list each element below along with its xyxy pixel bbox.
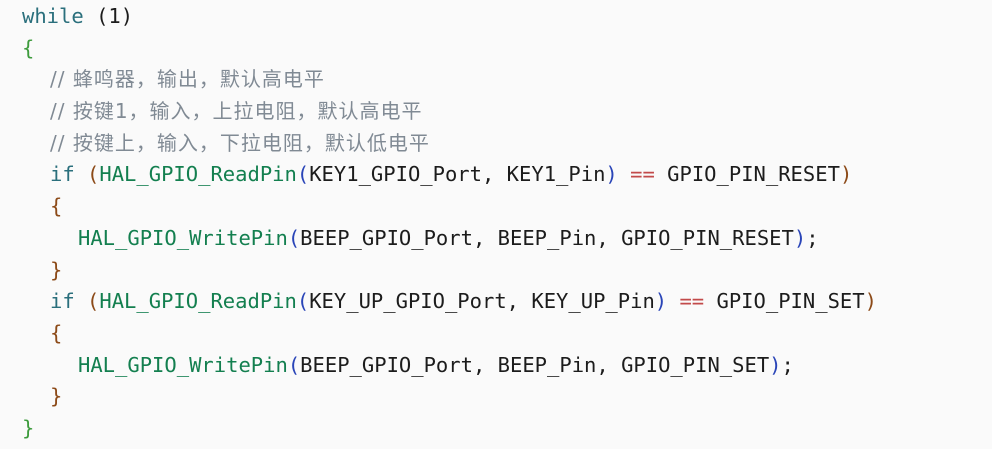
code-line-if-2-body: HAL_GPIO_WritePin(BEEP_GPIO_Port, BEEP_P…	[0, 350, 992, 382]
keyword-if: if	[50, 162, 75, 187]
function-call: HAL_GPIO_WritePin	[78, 225, 288, 250]
call-paren-open: (	[296, 162, 310, 187]
call-paren-close: )	[654, 289, 668, 314]
code-comment: // 按键1，输入，上拉电阻，默认高电平	[50, 99, 423, 124]
semicolon: ;	[781, 352, 794, 377]
if-paren-close: )	[839, 162, 853, 187]
outer-brace-open: {	[22, 35, 35, 60]
code-comment: // 蜂鸣器，输出，默认高电平	[50, 67, 325, 92]
keyword-if: if	[50, 289, 75, 314]
equality-operator: ==	[679, 289, 705, 314]
code-line-outer-brace-close: }	[0, 413, 992, 445]
compare-value: GPIO_PIN_SET	[716, 289, 865, 314]
code-line-if-1-body: HAL_GPIO_WritePin(BEEP_GPIO_Port, BEEP_P…	[0, 223, 992, 255]
call-arguments: BEEP_GPIO_Port, BEEP_Pin, GPIO_PIN_RESET	[300, 225, 794, 250]
call-arguments: BEEP_GPIO_Port, BEEP_Pin, GPIO_PIN_SET	[300, 352, 770, 377]
code-line-if-2: if (HAL_GPIO_ReadPin(KEY_UP_GPIO_Port, K…	[0, 286, 992, 318]
code-line-if-2-brace-open: {	[0, 318, 992, 350]
call-arguments: KEY1_GPIO_Port, KEY1_Pin	[309, 162, 606, 187]
code-line-comment-1: // 蜂鸣器，输出，默认高电平	[0, 64, 992, 96]
call-arguments: KEY_UP_GPIO_Port, KEY_UP_Pin	[309, 289, 655, 314]
code-line-if-2-brace-close: }	[0, 381, 992, 413]
if-paren-open: (	[87, 289, 100, 314]
block-brace-close: }	[50, 384, 63, 409]
block-brace-close: }	[50, 257, 63, 282]
while-condition: (1)	[96, 4, 134, 28]
if-paren-open: (	[87, 162, 100, 187]
if-paren-close: )	[864, 289, 877, 314]
call-paren-close: )	[793, 225, 807, 250]
call-paren-close: )	[769, 352, 782, 377]
code-line-while: while (1)	[0, 1, 992, 33]
call-paren-open: (	[287, 225, 301, 250]
call-paren-open: (	[287, 352, 301, 377]
function-call: HAL_GPIO_WritePin	[78, 352, 288, 377]
function-call: HAL_GPIO_ReadPin	[99, 162, 297, 187]
outer-brace-close: }	[22, 415, 35, 440]
code-line-outer-brace-open: {	[0, 33, 992, 65]
block-brace-open: {	[50, 194, 63, 219]
code-comment: // 按键上，输入，下拉电阻，默认低电平	[50, 130, 430, 155]
semicolon: ;	[806, 225, 819, 250]
code-line-if-1-brace-open: {	[0, 191, 992, 223]
code-line-comment-3: // 按键上，输入，下拉电阻，默认低电平	[0, 128, 992, 160]
code-line-if-1: if (HAL_GPIO_ReadPin(KEY1_GPIO_Port, KEY…	[0, 159, 992, 191]
equality-operator: ==	[630, 162, 655, 187]
compare-value: GPIO_PIN_RESET	[667, 162, 840, 187]
function-call: HAL_GPIO_ReadPin	[99, 289, 297, 314]
call-paren-close: )	[605, 162, 618, 187]
keyword-while: while	[22, 4, 84, 28]
block-brace-open: {	[50, 320, 63, 345]
code-editor[interactable]: while (1) { // 蜂鸣器，输出，默认高电平 // 按键1，输入，上拉…	[0, 0, 992, 449]
call-paren-open: (	[296, 289, 310, 314]
code-line-comment-2: // 按键1，输入，上拉电阻，默认高电平	[0, 96, 992, 128]
code-line-if-1-brace-close: }	[0, 255, 992, 287]
